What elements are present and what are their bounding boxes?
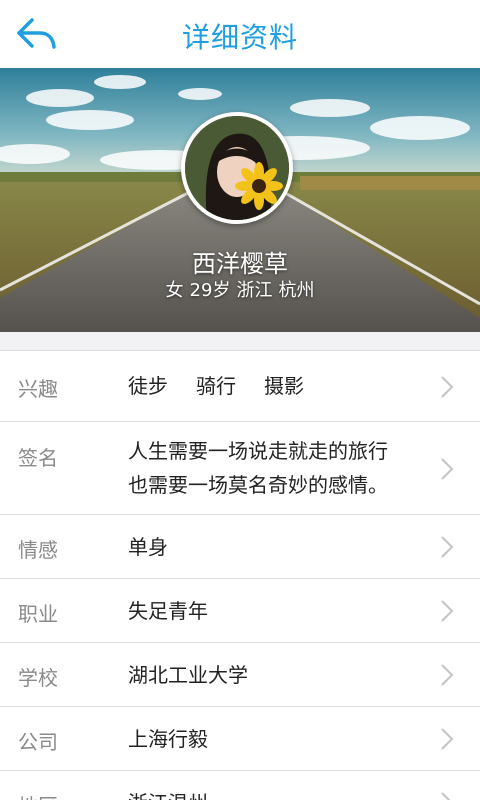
row-label: 兴趣 [18,377,58,401]
chevron-right-icon [441,792,451,800]
row-value: 湖北工业大学 [128,663,248,687]
signature-text: 人生需要一场说走就走的旅行 也需要一场莫名奇妙的感情。 [128,434,428,502]
chevron-right-icon [441,600,454,622]
row-label: 地区 [18,790,58,800]
signature-line: 也需要一场莫名奇妙的感情。 [128,473,388,497]
row-value: 单身 [128,535,168,559]
row-signature[interactable]: 签名 人生需要一场说走就走的旅行 也需要一场莫名奇妙的感情。 [0,422,480,515]
avatar-photo [185,116,289,220]
profile-city: 杭州 [278,280,315,301]
interest-tag: 徒步 [128,374,168,398]
row-school[interactable]: 学校 湖北工业大学 [0,643,480,707]
signature-line: 人生需要一场说走就走的旅行 [128,439,388,463]
row-value: 上海行毅 [128,727,208,751]
profile-detail-list: 兴趣 徒步 骑行 摄影 签名 人生需要一场说走就走的旅行 也需要一场莫名奇妙的感情。… [0,350,480,800]
row-label: 情感 [18,538,58,562]
row-region[interactable]: 地区 浙江温州 [0,771,480,800]
nav-bar: 详细资料 [0,0,480,68]
chevron-right-icon [441,458,454,480]
profile-meta: 女 29岁 浙江 杭州 [0,276,480,302]
interest-tag: 摄影 [264,374,304,398]
interest-tags: 徒步 骑行 摄影 [128,369,428,403]
row-label: 公司 [18,730,58,754]
row-value: 浙江温州 [128,786,428,800]
profile-age: 29岁 [189,280,231,301]
profile-header: 西洋樱草 女 29岁 浙江 杭州 [0,68,480,332]
chevron-right-icon [441,376,454,398]
row-occupation[interactable]: 职业 失足青年 [0,579,480,643]
chevron-right-icon [441,664,454,686]
chevron-right-icon [441,728,454,750]
profile-gender: 女 [165,280,184,301]
page-title: 详细资料 [181,21,298,54]
chevron-right-icon [441,536,454,558]
interest-tag: 骑行 [196,374,236,398]
row-relationship[interactable]: 情感 单身 [0,515,480,579]
row-company[interactable]: 公司 上海行毅 [0,707,480,771]
profile-province: 浙江 [236,280,273,301]
row-interests[interactable]: 兴趣 徒步 骑行 摄影 [0,351,480,422]
profile-name: 西洋樱草 [192,250,288,278]
avatar[interactable] [181,112,293,224]
row-label: 学校 [18,666,58,690]
row-label: 职业 [18,602,58,626]
row-label: 签名 [18,446,58,470]
row-value: 失足青年 [128,599,208,623]
